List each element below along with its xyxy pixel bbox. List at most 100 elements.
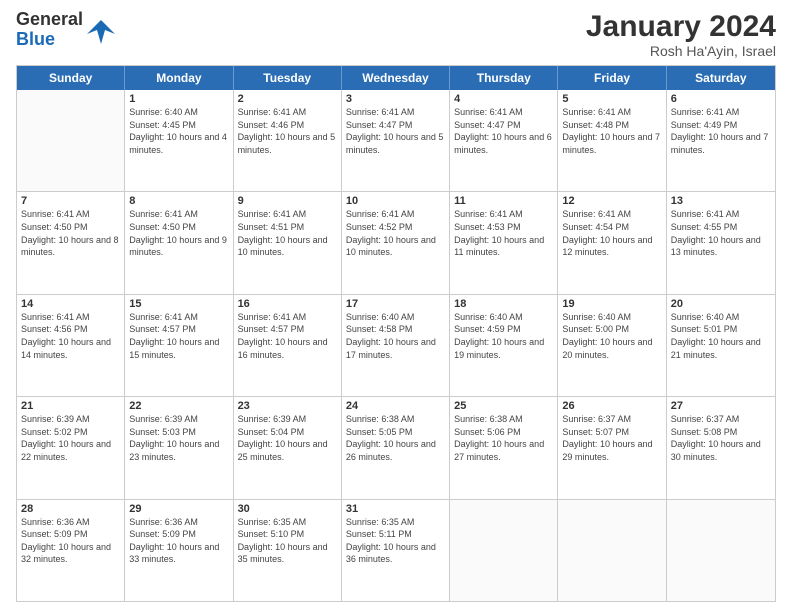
calendar-cell: 9Sunrise: 6:41 AMSunset: 4:51 PMDaylight… [234,192,342,293]
day-info: Sunrise: 6:39 AMSunset: 5:04 PMDaylight:… [238,413,337,463]
calendar-cell: 19Sunrise: 6:40 AMSunset: 5:00 PMDayligh… [558,295,666,396]
page: General Blue January 2024 Rosh Ha'Ayin, … [0,0,792,612]
day-number: 17 [346,298,445,310]
day-info: Sunrise: 6:40 AMSunset: 4:45 PMDaylight:… [129,106,228,156]
day-info: Sunrise: 6:41 AMSunset: 4:47 PMDaylight:… [454,106,553,156]
day-number: 7 [21,195,120,207]
calendar-cell: 26Sunrise: 6:37 AMSunset: 5:07 PMDayligh… [558,397,666,498]
calendar-cell [450,500,558,601]
day-number: 21 [21,400,120,412]
day-number: 24 [346,400,445,412]
calendar-cell: 12Sunrise: 6:41 AMSunset: 4:54 PMDayligh… [558,192,666,293]
day-info: Sunrise: 6:41 AMSunset: 4:52 PMDaylight:… [346,208,445,258]
calendar-cell: 8Sunrise: 6:41 AMSunset: 4:50 PMDaylight… [125,192,233,293]
day-info: Sunrise: 6:40 AMSunset: 4:59 PMDaylight:… [454,311,553,361]
day-number: 1 [129,93,228,105]
day-number: 14 [21,298,120,310]
day-info: Sunrise: 6:41 AMSunset: 4:48 PMDaylight:… [562,106,661,156]
day-info: Sunrise: 6:37 AMSunset: 5:07 PMDaylight:… [562,413,661,463]
day-number: 23 [238,400,337,412]
day-info: Sunrise: 6:41 AMSunset: 4:50 PMDaylight:… [129,208,228,258]
header-day-thursday: Thursday [450,66,558,90]
day-number: 5 [562,93,661,105]
day-number: 29 [129,503,228,515]
calendar-cell: 20Sunrise: 6:40 AMSunset: 5:01 PMDayligh… [667,295,775,396]
day-number: 11 [454,195,553,207]
calendar-cell: 22Sunrise: 6:39 AMSunset: 5:03 PMDayligh… [125,397,233,498]
day-number: 4 [454,93,553,105]
calendar-cell [17,90,125,191]
day-number: 31 [346,503,445,515]
location: Rosh Ha'Ayin, Israel [586,43,776,59]
day-number: 22 [129,400,228,412]
calendar-header: SundayMondayTuesdayWednesdayThursdayFrid… [17,66,775,90]
day-number: 25 [454,400,553,412]
calendar-body: 1Sunrise: 6:40 AMSunset: 4:45 PMDaylight… [17,90,775,601]
calendar-row-1: 1Sunrise: 6:40 AMSunset: 4:45 PMDaylight… [17,90,775,192]
calendar-cell: 29Sunrise: 6:36 AMSunset: 5:09 PMDayligh… [125,500,233,601]
calendar-cell: 23Sunrise: 6:39 AMSunset: 5:04 PMDayligh… [234,397,342,498]
logo-bird-icon [87,16,115,44]
calendar-cell: 30Sunrise: 6:35 AMSunset: 5:10 PMDayligh… [234,500,342,601]
day-number: 28 [21,503,120,515]
day-info: Sunrise: 6:41 AMSunset: 4:57 PMDaylight:… [129,311,228,361]
calendar-row-3: 14Sunrise: 6:41 AMSunset: 4:56 PMDayligh… [17,295,775,397]
day-info: Sunrise: 6:38 AMSunset: 5:06 PMDaylight:… [454,413,553,463]
calendar-cell: 28Sunrise: 6:36 AMSunset: 5:09 PMDayligh… [17,500,125,601]
month-title: January 2024 [586,10,776,43]
day-info: Sunrise: 6:41 AMSunset: 4:55 PMDaylight:… [671,208,771,258]
calendar-cell: 15Sunrise: 6:41 AMSunset: 4:57 PMDayligh… [125,295,233,396]
day-info: Sunrise: 6:41 AMSunset: 4:53 PMDaylight:… [454,208,553,258]
calendar-cell: 17Sunrise: 6:40 AMSunset: 4:58 PMDayligh… [342,295,450,396]
day-number: 10 [346,195,445,207]
day-number: 6 [671,93,771,105]
day-number: 30 [238,503,337,515]
calendar-cell: 7Sunrise: 6:41 AMSunset: 4:50 PMDaylight… [17,192,125,293]
calendar-cell: 10Sunrise: 6:41 AMSunset: 4:52 PMDayligh… [342,192,450,293]
calendar-row-5: 28Sunrise: 6:36 AMSunset: 5:09 PMDayligh… [17,500,775,601]
day-info: Sunrise: 6:40 AMSunset: 5:00 PMDaylight:… [562,311,661,361]
day-number: 15 [129,298,228,310]
day-number: 18 [454,298,553,310]
day-number: 12 [562,195,661,207]
title-area: January 2024 Rosh Ha'Ayin, Israel [586,10,776,59]
day-info: Sunrise: 6:41 AMSunset: 4:50 PMDaylight:… [21,208,120,258]
calendar-cell [667,500,775,601]
day-info: Sunrise: 6:41 AMSunset: 4:57 PMDaylight:… [238,311,337,361]
header-day-saturday: Saturday [667,66,775,90]
calendar-cell: 4Sunrise: 6:41 AMSunset: 4:47 PMDaylight… [450,90,558,191]
day-info: Sunrise: 6:39 AMSunset: 5:02 PMDaylight:… [21,413,120,463]
calendar-cell: 2Sunrise: 6:41 AMSunset: 4:46 PMDaylight… [234,90,342,191]
calendar-cell: 31Sunrise: 6:35 AMSunset: 5:11 PMDayligh… [342,500,450,601]
logo-text: General Blue [16,10,83,50]
day-info: Sunrise: 6:41 AMSunset: 4:56 PMDaylight:… [21,311,120,361]
day-info: Sunrise: 6:39 AMSunset: 5:03 PMDaylight:… [129,413,228,463]
calendar-cell: 27Sunrise: 6:37 AMSunset: 5:08 PMDayligh… [667,397,775,498]
calendar-cell: 14Sunrise: 6:41 AMSunset: 4:56 PMDayligh… [17,295,125,396]
header-day-sunday: Sunday [17,66,125,90]
header-day-tuesday: Tuesday [234,66,342,90]
calendar-row-4: 21Sunrise: 6:39 AMSunset: 5:02 PMDayligh… [17,397,775,499]
day-number: 26 [562,400,661,412]
day-info: Sunrise: 6:41 AMSunset: 4:51 PMDaylight:… [238,208,337,258]
calendar-cell: 24Sunrise: 6:38 AMSunset: 5:05 PMDayligh… [342,397,450,498]
calendar-cell: 6Sunrise: 6:41 AMSunset: 4:49 PMDaylight… [667,90,775,191]
day-info: Sunrise: 6:41 AMSunset: 4:47 PMDaylight:… [346,106,445,156]
day-number: 20 [671,298,771,310]
calendar-cell: 3Sunrise: 6:41 AMSunset: 4:47 PMDaylight… [342,90,450,191]
day-info: Sunrise: 6:41 AMSunset: 4:46 PMDaylight:… [238,106,337,156]
day-number: 8 [129,195,228,207]
calendar-cell: 16Sunrise: 6:41 AMSunset: 4:57 PMDayligh… [234,295,342,396]
calendar-cell [558,500,666,601]
day-number: 13 [671,195,771,207]
calendar-cell: 5Sunrise: 6:41 AMSunset: 4:48 PMDaylight… [558,90,666,191]
logo-blue: Blue [16,30,83,50]
day-info: Sunrise: 6:35 AMSunset: 5:10 PMDaylight:… [238,516,337,566]
day-info: Sunrise: 6:41 AMSunset: 4:54 PMDaylight:… [562,208,661,258]
header-day-wednesday: Wednesday [342,66,450,90]
day-number: 19 [562,298,661,310]
header-day-friday: Friday [558,66,666,90]
calendar-cell: 25Sunrise: 6:38 AMSunset: 5:06 PMDayligh… [450,397,558,498]
calendar-cell: 1Sunrise: 6:40 AMSunset: 4:45 PMDaylight… [125,90,233,191]
calendar-cell: 18Sunrise: 6:40 AMSunset: 4:59 PMDayligh… [450,295,558,396]
